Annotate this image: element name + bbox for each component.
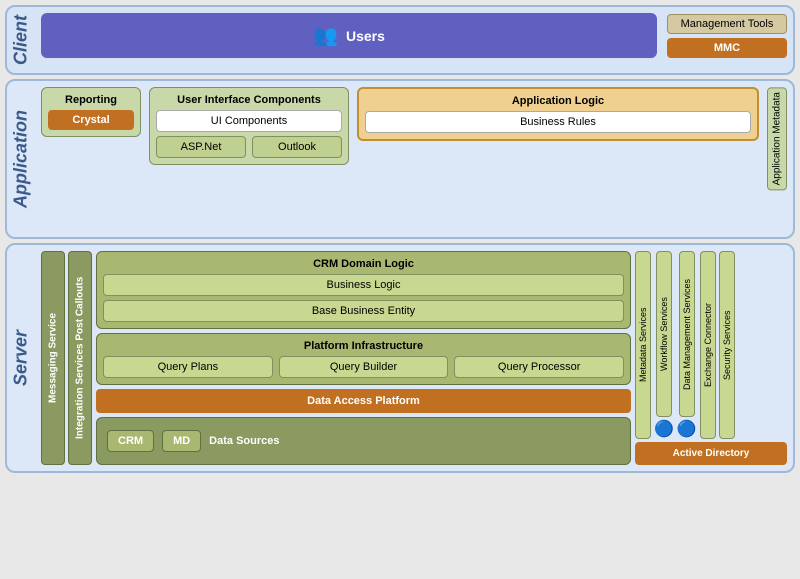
data-sources-label: Data Sources <box>209 435 279 447</box>
application-label: Application <box>7 81 35 237</box>
base-business-box: Base Business Entity <box>103 300 624 322</box>
app-logic-outer: Application Logic Business Rules <box>357 87 759 141</box>
reporting-label: Reporting <box>65 94 117 106</box>
ui-components-title: User Interface Components <box>156 94 342 106</box>
mmc-box: MMC <box>667 38 787 58</box>
crm-domain-outer: CRM Domain Logic Business Logic Base Bus… <box>96 251 631 329</box>
exchange-connector: Exchange Connector <box>700 251 716 439</box>
users-box: 👥 Users <box>41 13 657 58</box>
md-source: MD <box>162 430 201 452</box>
query-plans-item: Query Plans <box>103 356 273 378</box>
client-label: Client <box>7 7 35 73</box>
users-label: Users <box>346 28 385 44</box>
data-mgmt-services: Data Management Services <box>679 251 695 417</box>
active-directory-box: Active Directory <box>635 442 787 465</box>
platform-outer: Platform Infrastructure Query Plans Quer… <box>96 333 631 385</box>
workflow-icon: 🔵 <box>654 419 674 439</box>
query-builder-item: Query Builder <box>279 356 449 378</box>
data-sources-box: CRM MD Data Sources <box>96 417 631 465</box>
asp-net-item: ASP.Net <box>156 136 246 158</box>
server-label: Server <box>7 245 35 471</box>
query-processor-item: Query Processor <box>454 356 624 378</box>
integration-services: Integration Services Post Callouts <box>68 251 92 465</box>
metadata-services: Metadata Services <box>635 251 651 439</box>
crystal-box: Crystal <box>48 110 134 130</box>
data-mgmt-icon: 🔵 <box>677 419 697 439</box>
data-access-bar: Data Access Platform <box>96 389 631 413</box>
crm-source: CRM <box>107 430 154 452</box>
messaging-service: Messaging Service <box>41 251 65 465</box>
app-metadata-label: Application Metadata <box>767 87 787 190</box>
ui-components-outer: User Interface Components UI Components … <box>149 87 349 165</box>
workflow-services: Workflow Services <box>656 251 672 417</box>
business-logic-box: Business Logic <box>103 274 624 296</box>
ui-components-inner: UI Components <box>156 110 342 132</box>
management-tools-label: Management Tools <box>667 14 787 34</box>
crm-domain-title: CRM Domain Logic <box>103 258 624 270</box>
outlook-item: Outlook <box>252 136 342 158</box>
reporting-box: Reporting Crystal <box>41 87 141 137</box>
management-tools-box: Management Tools MMC <box>667 14 787 58</box>
app-logic-title: Application Logic <box>365 95 751 107</box>
users-icon: 👥 <box>313 23 338 48</box>
platform-title: Platform Infrastructure <box>103 340 624 352</box>
security-services: Security Services <box>719 251 735 439</box>
business-rules-box: Business Rules <box>365 111 751 133</box>
